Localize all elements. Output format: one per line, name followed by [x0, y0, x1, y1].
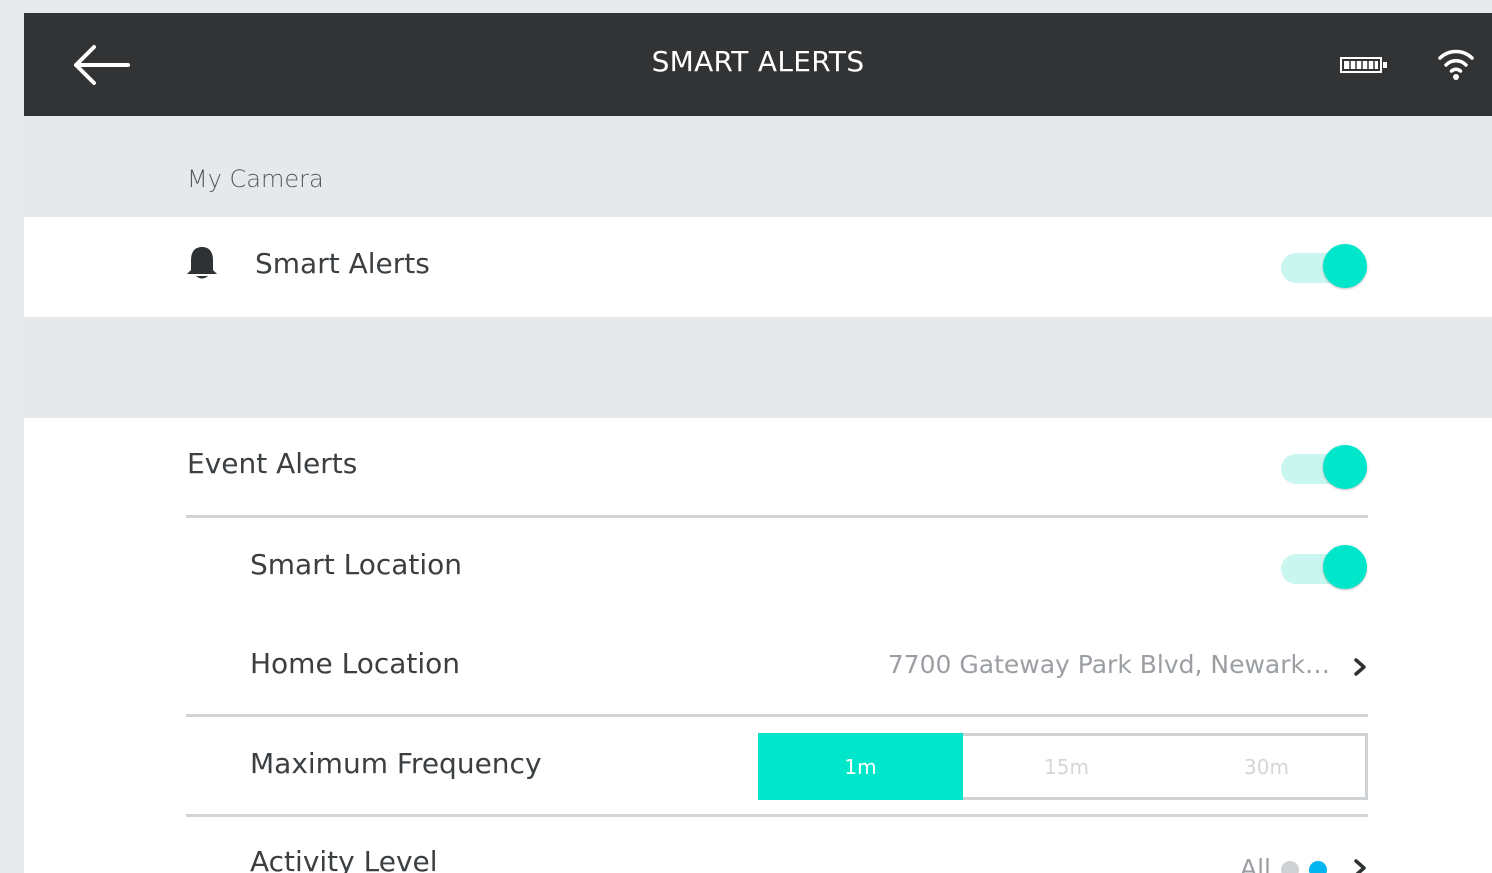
activity-dot-active — [1309, 861, 1327, 873]
divider — [186, 814, 1368, 817]
activity-level-label: Activity Level — [250, 845, 438, 873]
smart-alerts-toggle[interactable] — [1281, 243, 1369, 288]
activity-dot-inactive — [1281, 861, 1299, 873]
toggle-knob — [1323, 545, 1367, 589]
page-title: SMART ALERTS — [651, 45, 865, 78]
home-location-label: Home Location — [250, 647, 461, 680]
frequency-option-30m[interactable]: 30m — [1164, 733, 1369, 800]
frequency-option-15m[interactable]: 15m — [964, 733, 1169, 800]
toggle-knob — [1323, 244, 1367, 288]
toggle-knob — [1323, 445, 1367, 489]
frequency-option-1m[interactable]: 1m — [758, 733, 963, 800]
frequency-segmented-control: 1m 15m 30m — [758, 733, 1368, 800]
app-window: SMART ALERTS My Camera Smart Alerts Even… — [24, 13, 1492, 873]
battery-icon — [1340, 57, 1387, 73]
smart-location-toggle[interactable] — [1281, 544, 1369, 589]
chevron-right-icon[interactable] — [1352, 657, 1368, 677]
event-alerts-label: Event Alerts — [187, 447, 358, 480]
smart-location-label: Smart Location — [250, 548, 463, 581]
chevron-right-icon[interactable] — [1352, 858, 1368, 873]
smart-alerts-row — [24, 217, 1492, 317]
section-header-my-camera: My Camera — [187, 165, 324, 193]
event-alerts-panel: Event Alerts Smart Location Home Locatio… — [24, 418, 1492, 873]
home-location-value[interactable]: 7700 Gateway Park Blvd, Newark… — [888, 650, 1330, 679]
divider — [186, 714, 1368, 717]
smart-alerts-label: Smart Alerts — [255, 247, 430, 280]
bell-icon — [187, 247, 217, 279]
maximum-frequency-label: Maximum Frequency — [250, 747, 542, 780]
activity-level-value[interactable]: All — [1240, 854, 1271, 873]
wifi-icon — [1438, 49, 1474, 80]
divider — [186, 515, 1368, 518]
top-bar: SMART ALERTS — [24, 13, 1492, 116]
event-alerts-toggle[interactable] — [1281, 444, 1369, 489]
